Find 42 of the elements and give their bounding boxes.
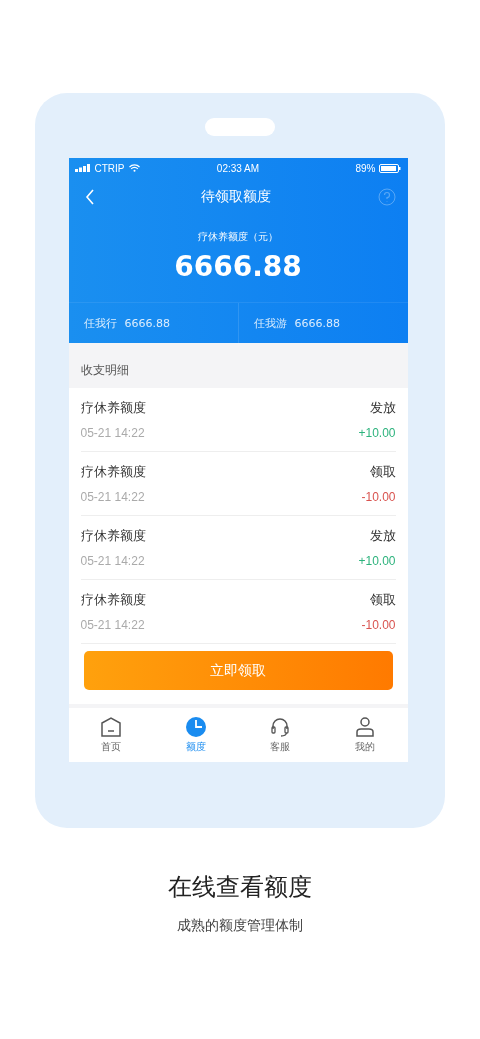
tab-item[interactable]: 客服 — [238, 708, 323, 762]
tab-item[interactable]: 首页 — [68, 708, 154, 762]
transaction-amount: +10.00 — [358, 426, 396, 440]
transaction-name: 疗休养额度 — [80, 591, 146, 609]
caption-title: 在线查看额度 — [167, 872, 313, 903]
transaction-amount: -10.00 — [361, 490, 396, 504]
transaction-type: 发放 — [369, 399, 396, 417]
sub-balance-value: 6666.88 — [124, 316, 170, 330]
tab-item[interactable]: 额度 — [153, 708, 238, 762]
pie-chart-icon — [184, 716, 207, 738]
signal-icon — [74, 164, 91, 172]
carrier-name: CTRIP — [94, 162, 125, 174]
section-title: 收支明细 — [80, 362, 129, 379]
transaction-type: 领取 — [369, 591, 396, 609]
user-icon — [354, 716, 377, 738]
home-icon — [99, 716, 122, 738]
speaker-slot — [205, 118, 275, 136]
transaction-type: 领取 — [369, 463, 396, 481]
tab-item[interactable]: 我的 — [322, 708, 408, 762]
back-icon[interactable] — [84, 189, 95, 205]
page-title: 待领取额度 — [201, 188, 271, 206]
transaction-name: 疗休养额度 — [80, 463, 146, 481]
headset-icon — [269, 716, 292, 738]
balance-amount: 6666.88 — [173, 250, 303, 283]
transaction-amount: +10.00 — [358, 554, 396, 568]
transaction-name: 疗休养额度 — [80, 399, 146, 417]
transaction-time: 05-21 14:22 — [80, 490, 146, 504]
status-time: 02:33 AM — [216, 162, 260, 174]
transaction-amount: -10.00 — [361, 618, 396, 632]
wifi-icon — [128, 164, 140, 172]
sub-balance-value: 6666.88 — [294, 316, 340, 330]
transaction-time: 05-21 14:22 — [80, 426, 146, 440]
sub-balance-label: 任我行 — [83, 315, 117, 331]
balance-label: 疗休养额度（元） — [197, 230, 279, 244]
transaction-type: 发放 — [369, 527, 396, 545]
transaction-time: 05-21 14:22 — [80, 554, 146, 568]
caption-subtitle: 成熟的额度管理体制 — [176, 917, 304, 935]
battery-icon — [379, 163, 402, 173]
sub-balance-label: 任我游 — [253, 315, 287, 331]
battery-percent: 89% — [355, 162, 376, 174]
transaction-name: 疗休养额度 — [80, 527, 146, 545]
transaction-time: 05-21 14:22 — [80, 618, 146, 632]
